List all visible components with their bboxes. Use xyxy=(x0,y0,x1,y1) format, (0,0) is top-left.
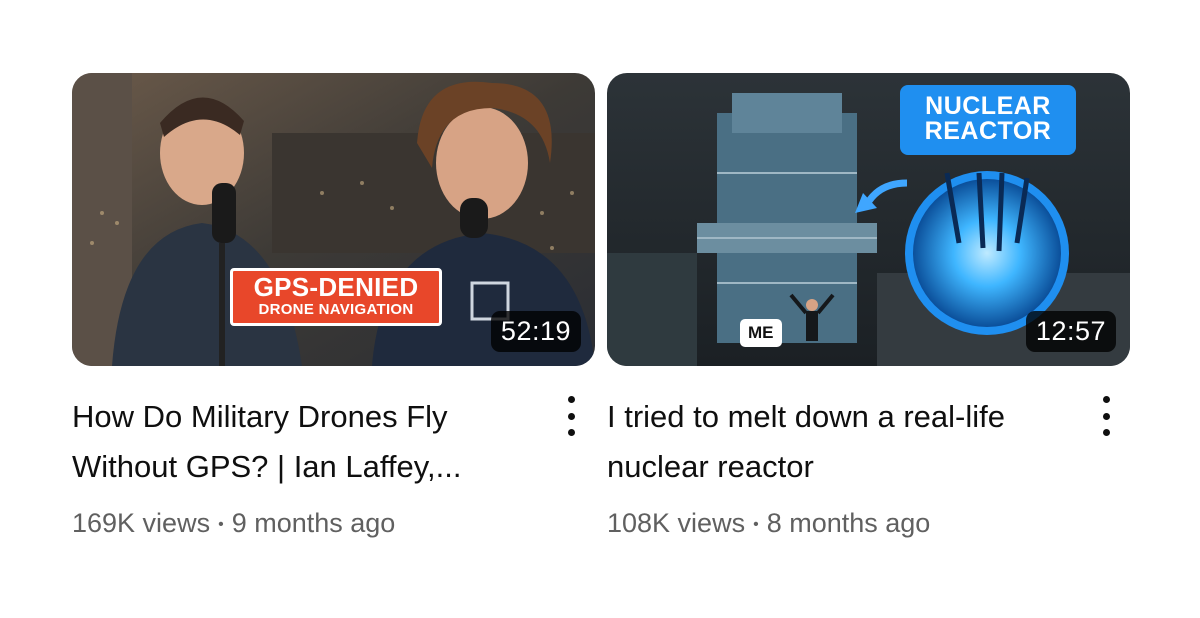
video-title[interactable]: How Do Military Drones Fly Without GPS? … xyxy=(72,392,555,492)
video-meta-1: How Do Military Drones Fly Without GPS? … xyxy=(72,392,595,539)
view-count: 169K views xyxy=(72,508,211,538)
video-meta-2: I tried to melt down a real-life nuclear… xyxy=(607,392,1130,539)
upload-age: 9 months ago xyxy=(231,508,396,538)
video-thumbnail-1[interactable]: GPS-DENIED DRONE NAVIGATION 52:19 xyxy=(72,73,595,366)
badge-line-1: NUCLEAR xyxy=(925,92,1051,120)
video-stats: 169K views • 9 months ago xyxy=(72,508,555,539)
badge-line-2: DRONE NAVIGATION xyxy=(258,301,414,318)
video-grid: GPS-DENIED DRONE NAVIGATION 52:19 How Do… xyxy=(72,73,1130,539)
video-card-2[interactable]: NUCLEAR REACTOR ME 12:57 I tried to melt… xyxy=(607,73,1130,539)
video-title[interactable]: I tried to melt down a real-life nuclear… xyxy=(607,392,1090,492)
duration-badge: 12:57 xyxy=(1025,311,1116,352)
video-card-1[interactable]: GPS-DENIED DRONE NAVIGATION 52:19 How Do… xyxy=(72,73,595,539)
separator-dot: • xyxy=(218,515,224,533)
duration-badge: 52:19 xyxy=(490,311,581,352)
badge-line-2: REACTOR xyxy=(924,117,1052,145)
view-count: 108K views xyxy=(607,508,746,538)
thumbnail-badge-gps-denied: GPS-DENIED DRONE NAVIGATION xyxy=(230,268,442,326)
separator-dot: • xyxy=(753,515,759,533)
thumbnail-badge-nuclear-reactor: NUCLEAR REACTOR xyxy=(900,85,1076,155)
upload-age: 8 months ago xyxy=(766,508,931,538)
more-vert-icon[interactable] xyxy=(1094,396,1118,436)
thumbnail-tag-me: ME xyxy=(740,319,782,347)
video-stats: 108K views • 8 months ago xyxy=(607,508,1090,539)
more-vert-icon[interactable] xyxy=(559,396,583,436)
badge-line-1: GPS-DENIED xyxy=(253,272,419,302)
video-thumbnail-2[interactable]: NUCLEAR REACTOR ME 12:57 xyxy=(607,73,1130,366)
